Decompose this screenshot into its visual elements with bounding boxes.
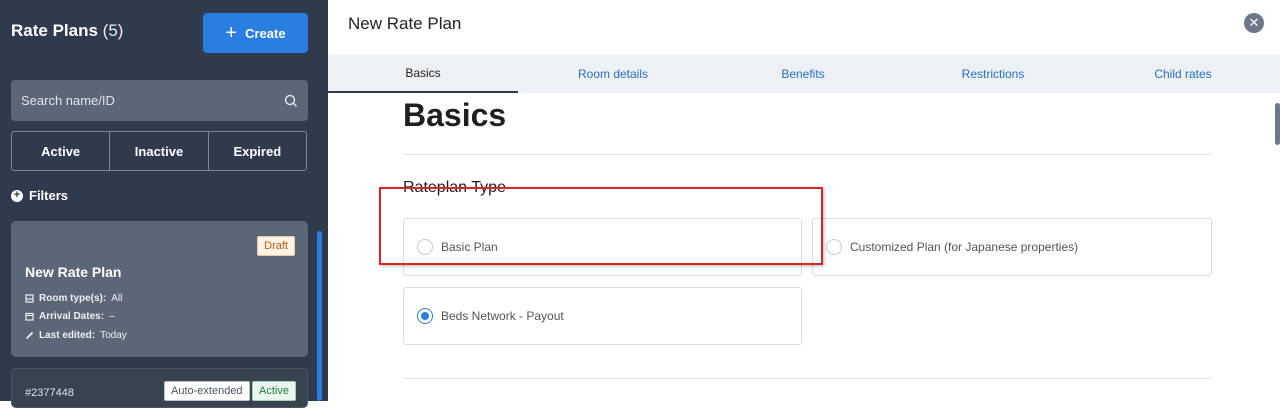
last-edited-label: Last edited:	[39, 330, 96, 341]
close-icon[interactable]: ✕	[1244, 13, 1264, 33]
divider	[403, 154, 1211, 155]
last-edited-value: Today	[100, 330, 127, 341]
bed-icon	[25, 294, 34, 303]
create-button[interactable]: + Create	[203, 13, 308, 53]
new-rate-plan-panel: New Rate Plan ✕ Basics Room details Bene…	[328, 0, 1280, 401]
tab-restrictions[interactable]: Restrictions	[898, 55, 1088, 93]
divider	[403, 378, 1211, 379]
room-types-label: Room type(s):	[39, 293, 107, 304]
highlight-box	[379, 187, 823, 265]
modal-title: New Rate Plan	[348, 14, 462, 33]
room-types-value: All	[111, 293, 123, 304]
radio-customized-plan[interactable]	[826, 239, 842, 255]
room-types-row: Room type(s): All	[25, 293, 122, 304]
segment-active[interactable]: Active	[12, 132, 111, 170]
rate-plan-count: (5)	[102, 21, 124, 40]
status-segment-control: Active Inactive Expired	[11, 131, 307, 171]
rate-plan-card[interactable]: #2377448 Auto-extended Active	[11, 368, 308, 408]
last-edited-row: Last edited: Today	[25, 330, 127, 341]
tab-bar: Basics Room details Benefits Restriction…	[328, 55, 1280, 93]
tab-benefits[interactable]: Benefits	[708, 55, 898, 93]
option-beds-network-payout[interactable]: Beds Network - Payout	[403, 287, 802, 345]
rate-plan-id: #2377448	[25, 387, 74, 399]
rate-plan-card-draft[interactable]: Draft New Rate Plan Room type(s): All Ar…	[11, 221, 308, 357]
option-label: Beds Network - Payout	[441, 309, 564, 323]
auto-extended-badge: Auto-extended	[164, 381, 250, 401]
tab-child-rates[interactable]: Child rates	[1088, 55, 1278, 93]
draft-badge: Draft	[257, 236, 295, 256]
search-input[interactable]	[21, 93, 284, 108]
sidebar-title: Rate Plans (5)	[11, 21, 123, 41]
main-scrollbar[interactable]	[1275, 103, 1280, 145]
filters-label: Filters	[29, 188, 69, 203]
search-icon[interactable]	[284, 94, 298, 108]
tab-room-details[interactable]: Room details	[518, 55, 708, 93]
section-heading: Basics	[403, 97, 507, 133]
search-box[interactable]	[11, 80, 308, 121]
calendar-icon	[25, 312, 34, 321]
card-title: New Rate Plan	[25, 264, 122, 280]
option-label: Customized Plan (for Japanese properties…	[850, 240, 1079, 254]
filters-toggle[interactable]: + Filters	[11, 188, 68, 203]
arrival-dates-value: –	[109, 311, 115, 322]
sidebar-scrollbar[interactable]	[317, 231, 322, 401]
arrival-dates-row: Arrival Dates: –	[25, 311, 115, 322]
basics-content: Basics Rateplan Type Basic Plan Customiz…	[403, 94, 1212, 379]
arrival-dates-label: Arrival Dates:	[39, 311, 105, 322]
segment-inactive[interactable]: Inactive	[110, 132, 209, 170]
pencil-icon	[25, 331, 34, 340]
create-button-label: Create	[245, 25, 286, 41]
sidebar-title-text: Rate Plans	[11, 21, 98, 40]
segment-expired[interactable]: Expired	[209, 132, 306, 170]
plus-circle-icon: +	[11, 189, 23, 202]
rate-plans-sidebar: Rate Plans (5) + Create Active Inactive …	[0, 0, 328, 408]
active-status-badge: Active	[252, 381, 296, 401]
tab-basics[interactable]: Basics	[328, 55, 518, 93]
radio-beds-network-payout[interactable]	[417, 308, 433, 324]
plus-icon: +	[225, 22, 238, 44]
option-customized-plan[interactable]: Customized Plan (for Japanese properties…	[812, 218, 1212, 276]
